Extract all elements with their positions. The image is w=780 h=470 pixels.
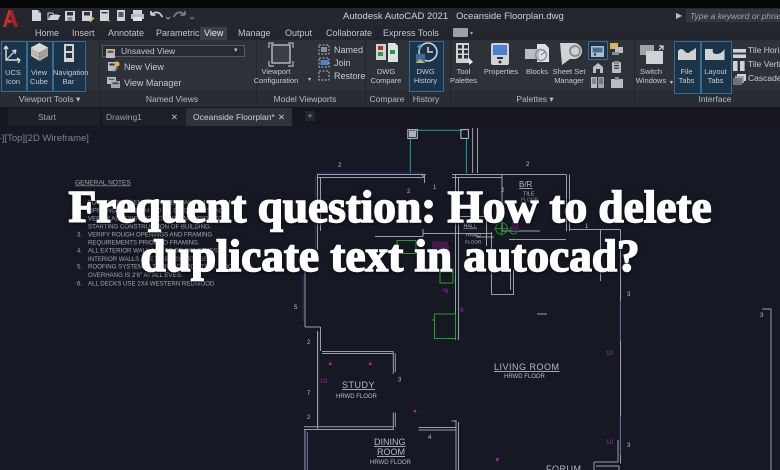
svg-text:HRWD FLOOR: HRWD FLOOR xyxy=(370,460,412,466)
svg-text:STUDY: STUDY xyxy=(342,380,375,390)
svg-text:6.: 6. xyxy=(77,280,82,287)
svg-text:10: 10 xyxy=(320,378,328,385)
svg-text:*6: *6 xyxy=(442,288,449,295)
svg-text:DINING: DINING xyxy=(374,437,406,447)
svg-text:▲: ▲ xyxy=(327,360,333,367)
svg-text:3: 3 xyxy=(398,378,402,384)
svg-text:10: 10 xyxy=(606,350,614,357)
svg-text:●: ● xyxy=(413,408,417,415)
svg-text:2: 2 xyxy=(526,162,530,168)
svg-text:2: 2 xyxy=(338,163,342,169)
svg-text:4: 4 xyxy=(428,435,432,441)
svg-text:3: 3 xyxy=(627,443,631,449)
svg-text:▼: ▼ xyxy=(494,457,500,464)
svg-text:7: 7 xyxy=(307,391,311,397)
svg-text:3: 3 xyxy=(627,292,631,298)
svg-text:2: 2 xyxy=(307,340,311,346)
svg-text:HRWD FLOOR: HRWD FLOOR xyxy=(336,394,378,400)
svg-text:6: 6 xyxy=(460,307,464,314)
svg-text:3: 3 xyxy=(760,313,764,319)
svg-text:FORUM: FORUM xyxy=(546,464,582,470)
svg-text:2: 2 xyxy=(307,415,311,421)
svg-text:[-][Top][2D Wireframe]: [-][Top][2D Wireframe] xyxy=(0,133,89,144)
svg-text:ALL DECKS USE 2X4 WESTERN REDW: ALL DECKS USE 2X4 WESTERN REDWOOD xyxy=(88,280,215,287)
svg-text:ROOM: ROOM xyxy=(377,447,405,457)
svg-text:▲: ▲ xyxy=(367,360,373,367)
svg-text:LIVING ROOM: LIVING ROOM xyxy=(494,362,560,372)
svg-text:HRWD FLOOR: HRWD FLOOR xyxy=(504,374,546,380)
svg-text:5: 5 xyxy=(294,305,298,311)
svg-text:10: 10 xyxy=(606,439,614,446)
